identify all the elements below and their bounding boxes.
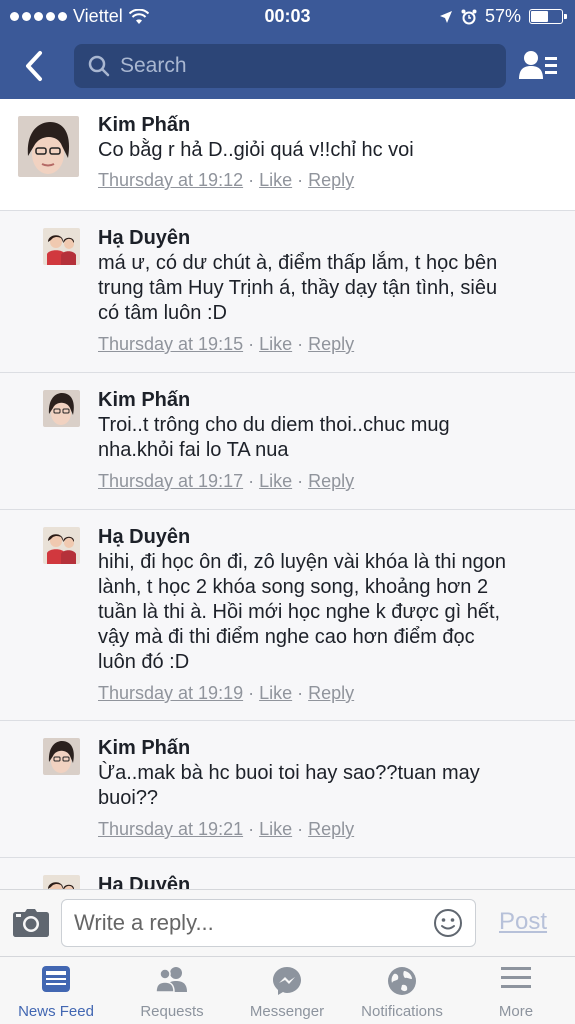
like-link[interactable]: Like bbox=[259, 819, 292, 839]
search-placeholder: Search bbox=[120, 54, 187, 77]
reply-input[interactable]: Write a reply... bbox=[61, 899, 476, 947]
comment-author[interactable]: Hạ Duyên bbox=[98, 524, 568, 550]
smiley-icon[interactable] bbox=[433, 908, 463, 938]
comment-body: Hạ Duyên má ư, có dư chút à, điểm thấp l… bbox=[98, 225, 563, 356]
tab-label: Requests bbox=[140, 1003, 204, 1020]
messenger-icon bbox=[273, 967, 301, 995]
comment-line: Troi..t trông cho du diem thoi..chuc mug bbox=[98, 414, 450, 436]
comment-author[interactable]: Hạ Duyên bbox=[98, 872, 563, 889]
comment-meta: Thursday at 19:15 · Like · Reply bbox=[98, 334, 355, 354]
comment-timestamp[interactable]: Thursday at 19:19 bbox=[98, 683, 243, 703]
comment-body: Kim Phấn Co bằg r hả D..giỏi quá v!!chỉ … bbox=[98, 112, 563, 192]
comment-line: Ừa..mak bà hc buoi toi hay sao??tuan may bbox=[98, 762, 480, 784]
comment-timestamp[interactable]: Thursday at 19:17 bbox=[98, 471, 243, 491]
comment: Hạ Duyên bbox=[0, 858, 575, 889]
comment-author[interactable]: Kim Phấn bbox=[98, 112, 563, 138]
tab-label: More bbox=[498, 1003, 534, 1020]
tab-messenger[interactable]: Messenger bbox=[231, 957, 343, 1024]
comment-line: tuần là thi à. Hồi mới học nghe k được g… bbox=[98, 601, 501, 623]
battery-percent: 57% bbox=[484, 6, 521, 26]
back-chevron-icon[interactable] bbox=[20, 49, 50, 83]
comment-author[interactable]: Kim Phấn bbox=[98, 387, 563, 413]
comment-body: Kim Phấn Ừa..mak bà hc buoi toi hay sao?… bbox=[98, 735, 563, 841]
menu-icon bbox=[501, 967, 531, 988]
avatar[interactable] bbox=[43, 390, 80, 427]
status-right: 57% bbox=[439, 6, 567, 27]
comment-body: Hạ Duyên hihi, đi học ôn đi, zô luyện và… bbox=[98, 524, 568, 705]
comment-author[interactable]: Kim Phấn bbox=[98, 735, 563, 761]
tab-more[interactable]: More bbox=[460, 957, 572, 1024]
reply-link[interactable]: Reply bbox=[308, 471, 354, 491]
like-link[interactable]: Like bbox=[259, 471, 292, 491]
camera-icon[interactable] bbox=[13, 909, 49, 937]
search-icon bbox=[88, 55, 110, 77]
tab-news-feed[interactable]: News Feed bbox=[0, 957, 112, 1024]
friends-list-icon[interactable] bbox=[519, 49, 557, 81]
comment-line: có tâm luôn :D bbox=[98, 302, 227, 324]
comment-body: Hạ Duyên bbox=[98, 872, 563, 889]
like-link[interactable]: Like bbox=[259, 334, 292, 354]
alarm-icon bbox=[461, 9, 477, 24]
reply-link[interactable]: Reply bbox=[308, 170, 354, 190]
avatar[interactable] bbox=[43, 738, 80, 775]
comment-text: hihi, đi học ôn đi, zô luyện vài khóa là… bbox=[98, 550, 568, 675]
like-link[interactable]: Like bbox=[259, 170, 292, 190]
tab-label: Messenger bbox=[249, 1003, 325, 1020]
avatar[interactable] bbox=[43, 228, 80, 265]
comment-text: má ư, có dư chút à, điểm thấp lắm, t học… bbox=[98, 251, 563, 326]
globe-icon bbox=[388, 967, 416, 995]
comment-line: luôn đó :D bbox=[98, 651, 190, 673]
reply-placeholder: Write a reply... bbox=[74, 910, 214, 935]
comment-text: Ừa..mak bà hc buoi toi hay sao??tuan may… bbox=[98, 761, 563, 811]
comment-timestamp[interactable]: Thursday at 19:15 bbox=[98, 334, 243, 354]
comment-thread: Kim Phấn Co bằg r hả D..giỏi quá v!!chỉ … bbox=[0, 99, 575, 889]
avatar[interactable] bbox=[43, 875, 80, 889]
tab-bar: News Feed Requests Messenger Notificatio… bbox=[0, 956, 575, 1024]
friend-requests-icon bbox=[155, 967, 187, 993]
comment-line: trung tâm Huy Trịnh á, thầy dạy tận tình… bbox=[98, 277, 498, 299]
comment-line: vậy mà đi thi điểm nghe cao hơn điểm đọc bbox=[98, 626, 475, 648]
comment: Kim Phấn Ừa..mak bà hc buoi toi hay sao?… bbox=[0, 721, 575, 858]
battery-level bbox=[531, 11, 548, 22]
tab-label: News Feed bbox=[18, 1003, 94, 1020]
reply-link[interactable]: Reply bbox=[308, 819, 354, 839]
comment-line: Co bằg r hả D..giỏi quá v!!chỉ hc voi bbox=[98, 139, 414, 161]
reply-link[interactable]: Reply bbox=[308, 683, 354, 703]
comment-meta: Thursday at 19:17 · Like · Reply bbox=[98, 471, 355, 491]
search-field[interactable]: Search bbox=[74, 44, 506, 88]
tab-label: Notifications bbox=[361, 1003, 443, 1020]
comment-meta: Thursday at 19:21 · Like · Reply bbox=[98, 819, 355, 839]
comment: Hạ Duyên má ư, có dư chút à, điểm thấp l… bbox=[0, 211, 575, 373]
comment-author[interactable]: Hạ Duyên bbox=[98, 225, 563, 251]
comment-line: má ư, có dư chút à, điểm thấp lắm, t học… bbox=[98, 252, 498, 274]
comment-timestamp[interactable]: Thursday at 19:21 bbox=[98, 819, 243, 839]
battery-icon bbox=[529, 9, 567, 24]
comment-meta: Thursday at 19:12 · Like · Reply bbox=[98, 170, 355, 190]
reply-link[interactable]: Reply bbox=[308, 334, 354, 354]
comment: Kim Phấn Troi..t trông cho du diem thoi.… bbox=[0, 373, 575, 510]
comment-line: lành, t học 2 khóa song song, khoảng hơn… bbox=[98, 576, 489, 598]
status-bar: Viettel 00:03 57% bbox=[0, 0, 575, 33]
comment-line: buoi?? bbox=[98, 787, 159, 809]
comment-body: Kim Phấn Troi..t trông cho du diem thoi.… bbox=[98, 387, 563, 493]
avatar[interactable] bbox=[43, 527, 80, 564]
comment-timestamp[interactable]: Thursday at 19:12 bbox=[98, 170, 243, 190]
comment-meta: Thursday at 19:19 · Like · Reply bbox=[98, 683, 355, 703]
tab-notifications[interactable]: Notifications bbox=[346, 957, 458, 1024]
tab-requests[interactable]: Requests bbox=[116, 957, 228, 1024]
navigation-bar: Search bbox=[0, 33, 575, 99]
avatar[interactable] bbox=[18, 116, 79, 177]
post-button[interactable]: Post bbox=[499, 908, 547, 936]
location-arrow-icon bbox=[439, 10, 452, 23]
reply-composer: Write a reply... Post bbox=[0, 889, 575, 956]
comment: Kim Phấn Co bằg r hả D..giỏi quá v!!chỉ … bbox=[0, 99, 575, 211]
comment-line: hihi, đi học ôn đi, zô luyện vài khóa là… bbox=[98, 551, 507, 573]
news-feed-icon bbox=[42, 966, 70, 992]
comment-line: nha.khỏi fai lo TA nua bbox=[98, 439, 289, 461]
comment: Hạ Duyên hihi, đi học ôn đi, zô luyện và… bbox=[0, 510, 575, 721]
comment-text: Troi..t trông cho du diem thoi..chuc mug… bbox=[98, 413, 563, 463]
like-link[interactable]: Like bbox=[259, 683, 292, 703]
comment-text: Co bằg r hả D..giỏi quá v!!chỉ hc voi bbox=[98, 138, 563, 163]
